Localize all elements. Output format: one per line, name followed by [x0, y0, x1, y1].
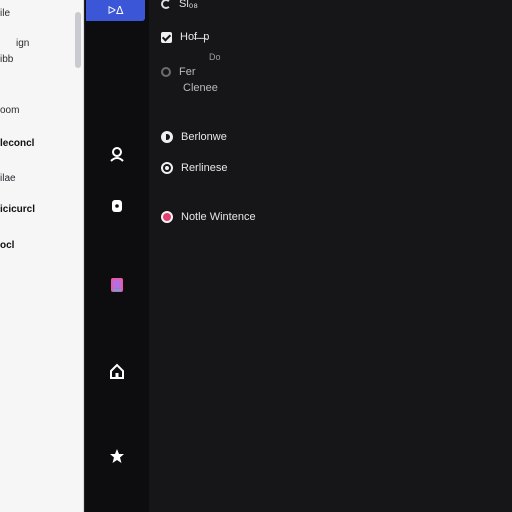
rail-top-button[interactable]: ᐅᐃ [86, 0, 145, 21]
option-3-label: Berlonwe [181, 131, 227, 143]
option-2-sublabel: Clenee [183, 82, 218, 94]
option-1[interactable]: Hof̶ ̶ ̶p [161, 31, 209, 43]
option-3[interactable]: Berlonwe [161, 131, 227, 143]
app-window: ile ign ibb oom leconcl ilae icicurcl oc… [0, 0, 512, 512]
option-4-label: Rerlinese [181, 162, 228, 174]
sidebar-item[interactable]: leconcl [0, 138, 34, 149]
option-1-label: Hof̶ ̶ ̶p [180, 31, 210, 43]
radio-selected-icon[interactable] [161, 131, 173, 143]
radio-icon[interactable] [161, 162, 173, 174]
user-icon[interactable] [109, 146, 125, 162]
option-1-sublabel: Do [209, 52, 221, 62]
sidebar-item[interactable]: ibb [0, 54, 13, 65]
main-panel: Sl₀₈ Hof̶ ̶ ̶p Do Fer Clenee Berlonwe Re… [149, 0, 512, 512]
left-sidebar: ile ign ibb oom leconcl ilae icicurcl oc… [0, 0, 74, 512]
home-icon[interactable] [109, 363, 125, 379]
toggle-icon [161, 0, 171, 9]
top-option-label: Sl₀₈ [179, 0, 198, 10]
option-5[interactable]: Notle Wintence [161, 211, 256, 223]
sidebar-item[interactable]: ocl [0, 240, 14, 251]
top-option[interactable]: Sl₀₈ [161, 0, 198, 10]
option-5-label: Notle Wintence [181, 211, 256, 223]
option-2[interactable]: Fer [161, 66, 196, 78]
radio-off-icon[interactable] [161, 67, 171, 77]
sidebar-item[interactable]: icicurcl [0, 204, 35, 215]
scrollbar-thumb[interactable] [75, 12, 81, 68]
option-2-label: Fer [179, 66, 196, 78]
rail-top-button-label: ᐅᐃ [107, 5, 124, 17]
sidebar-item[interactable]: ile [0, 8, 10, 19]
sidebar-item[interactable]: ign [16, 38, 29, 49]
star-icon[interactable] [109, 448, 125, 464]
radio-pink-icon[interactable] [161, 211, 173, 223]
scrollbar-track[interactable] [73, 0, 84, 512]
lock-icon[interactable] [109, 198, 125, 214]
sidebar-item[interactable]: oom [0, 105, 19, 116]
palette-icon[interactable] [109, 277, 125, 293]
icon-rail: ᐅᐃ [84, 0, 150, 512]
checkbox-icon[interactable] [161, 31, 172, 43]
sidebar-item[interactable]: ilae [0, 173, 16, 184]
option-4[interactable]: Rerlinese [161, 162, 227, 174]
